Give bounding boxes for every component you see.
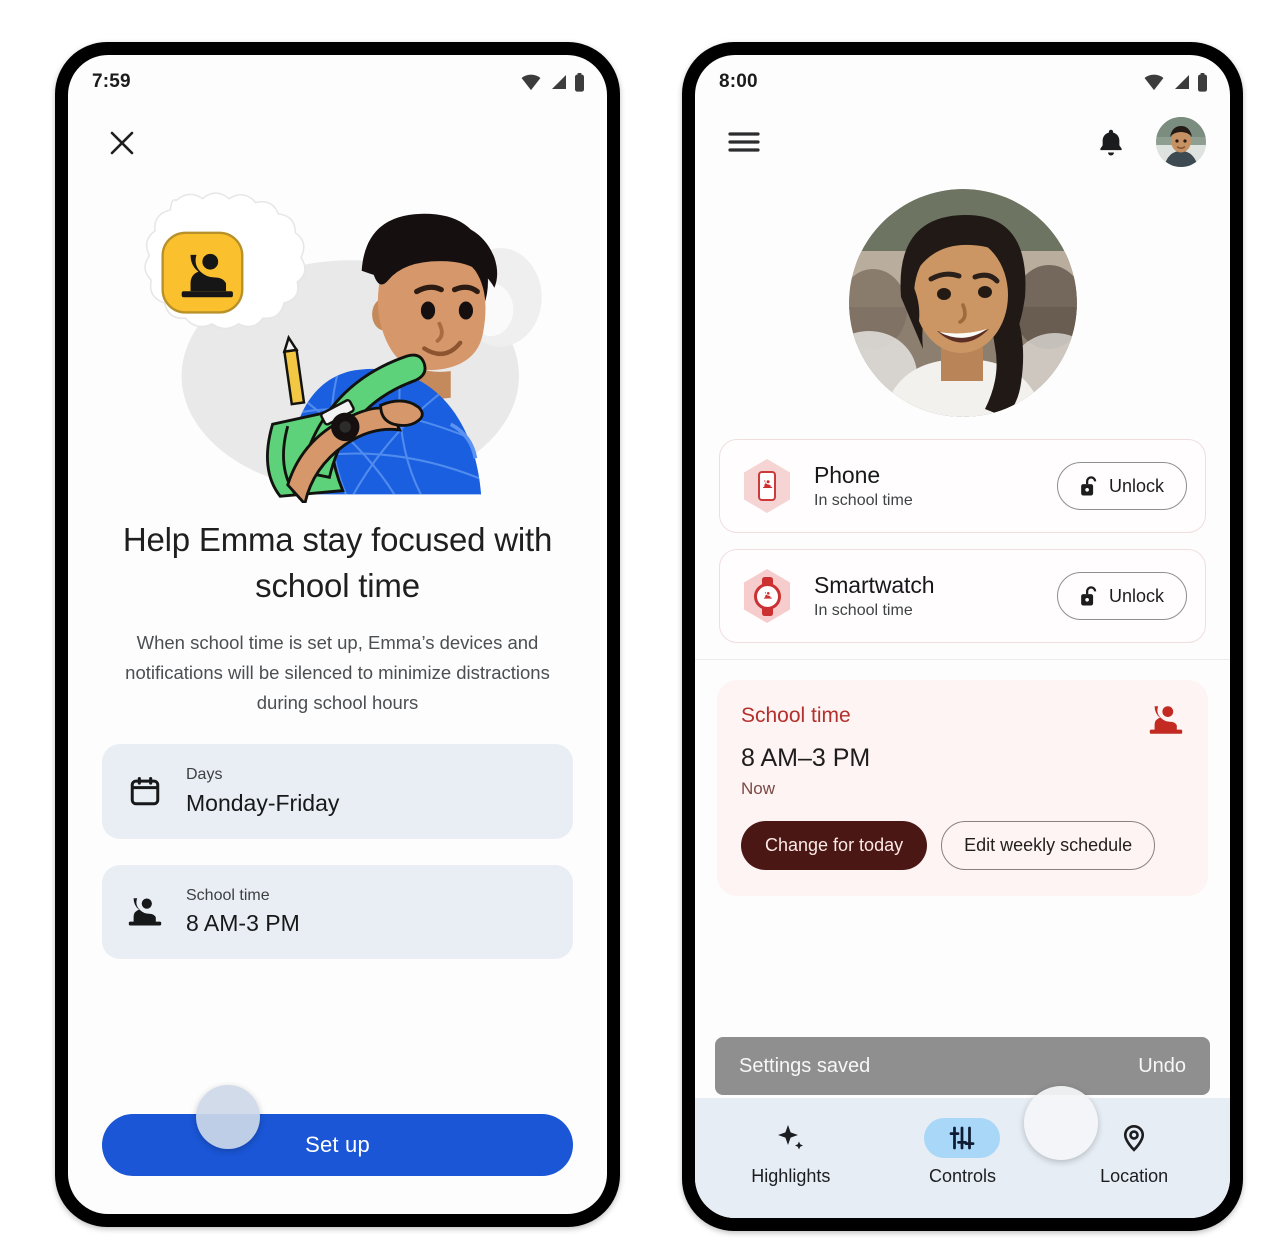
unlock-phone-button[interactable]: Unlock (1056, 462, 1187, 510)
school-time-icon (161, 231, 244, 314)
school-time-card-heading: School time (741, 704, 851, 727)
left-phone-screen: 7:59 Help Emma stay focused with school … (68, 55, 607, 1214)
battery-icon (1198, 72, 1207, 92)
status-bar-system-icons (520, 72, 585, 92)
tune-sliders-icon (924, 1117, 1001, 1158)
unlock-icon (1081, 476, 1097, 496)
device-status: In school time (814, 492, 913, 509)
school-time-row-label: School time (186, 886, 270, 904)
snackbar: Settings saved Undo (715, 1037, 1210, 1095)
nav-label-highlights: Highlights (751, 1165, 831, 1186)
nav-label-controls: Controls (928, 1165, 996, 1186)
nav-item-controls[interactable]: Controls (897, 1117, 1027, 1187)
status-bar-clock: 7:59 (92, 71, 131, 92)
nav-item-location[interactable]: Location (1069, 1118, 1199, 1187)
school-time-row-value: 8 AM-3 PM (186, 910, 300, 937)
left-status-bar: 7:59 (68, 55, 607, 101)
school-time-actions: Change for today Edit weekly schedule (741, 821, 1184, 870)
cellular-signal-icon (1175, 75, 1189, 89)
right-status-bar: 8:00 (695, 55, 1230, 101)
change-for-today-button[interactable]: Change for today (741, 821, 928, 870)
sparkle-icon (753, 1118, 829, 1158)
page-title: Help Emma stay focused with school time (122, 521, 553, 604)
battery-icon (575, 72, 584, 92)
unlock-label: Unlock (1108, 585, 1164, 606)
page-subtitle: When school time is set up, Emma’s devic… (125, 632, 550, 713)
unlock-smartwatch-button[interactable]: Unlock (1056, 572, 1187, 620)
hamburger-menu-icon[interactable] (721, 119, 767, 165)
left-screen-body: Help Emma stay focused with school time … (68, 121, 607, 1214)
days-row[interactable]: Days Monday-Friday (102, 743, 573, 839)
device-card-phone[interactable]: Phone In school time Unlock (719, 439, 1206, 533)
school-time-icon (126, 893, 164, 931)
smartwatch-school-time-hexagon-icon (738, 567, 796, 625)
school-time-card: School time 8 AM–3 PM Now Change for tod… (717, 680, 1208, 896)
days-row-value: Monday-Friday (186, 789, 340, 816)
child-profile-photo[interactable] (848, 189, 1077, 417)
unlock-icon (1081, 586, 1097, 606)
device-name: Phone (814, 462, 881, 488)
school-time-icon (1148, 702, 1184, 743)
calendar-icon (126, 772, 164, 810)
phone-school-time-hexagon-icon (738, 457, 796, 515)
left-phone-mockup: 7:59 Help Emma stay focused with school … (55, 42, 620, 1227)
set-up-button[interactable]: Set up (102, 1114, 573, 1176)
nav-item-highlights[interactable]: Highlights (726, 1118, 856, 1187)
app-top-bar (695, 101, 1230, 167)
edit-weekly-schedule-button[interactable]: Edit weekly schedule (941, 821, 1156, 870)
close-icon[interactable] (100, 121, 144, 165)
status-bar-clock: 8:00 (719, 71, 758, 92)
cellular-signal-icon (552, 75, 566, 89)
status-bar-system-icons (1143, 72, 1208, 92)
right-phone-screen: 8:00 Phone In school time Unlock Smartwa… (695, 55, 1230, 1218)
device-status: In school time (814, 602, 913, 619)
right-phone-mockup: 8:00 Phone In school time Unlock Smartwa… (682, 42, 1243, 1231)
screenshot-canvas: 7:59 Help Emma stay focused with school … (0, 0, 1280, 1254)
device-card-smartwatch[interactable]: Smartwatch In school time Unlock (719, 549, 1206, 643)
device-name: Smartwatch (814, 572, 935, 598)
parent-account-avatar[interactable] (1156, 117, 1206, 167)
wifi-icon (1144, 74, 1164, 91)
student-with-backpack-illustration (102, 173, 573, 507)
days-row-label: Days (186, 765, 223, 783)
nav-label-location: Location (1100, 1165, 1169, 1186)
school-time-state: Now (741, 779, 776, 798)
school-time-range: 8 AM–3 PM (741, 744, 871, 772)
snackbar-message: Settings saved (739, 1054, 871, 1077)
location-pin-icon (1096, 1118, 1172, 1158)
wifi-icon (521, 74, 541, 91)
bell-icon[interactable] (1088, 119, 1134, 165)
snackbar-undo-button[interactable]: Undo (1138, 1055, 1186, 1078)
unlock-label: Unlock (1108, 475, 1164, 496)
school-time-row[interactable]: School time 8 AM-3 PM (102, 864, 573, 960)
bottom-navigation-bar: Highlights Controls Location (695, 1098, 1230, 1218)
section-divider (695, 659, 1230, 660)
